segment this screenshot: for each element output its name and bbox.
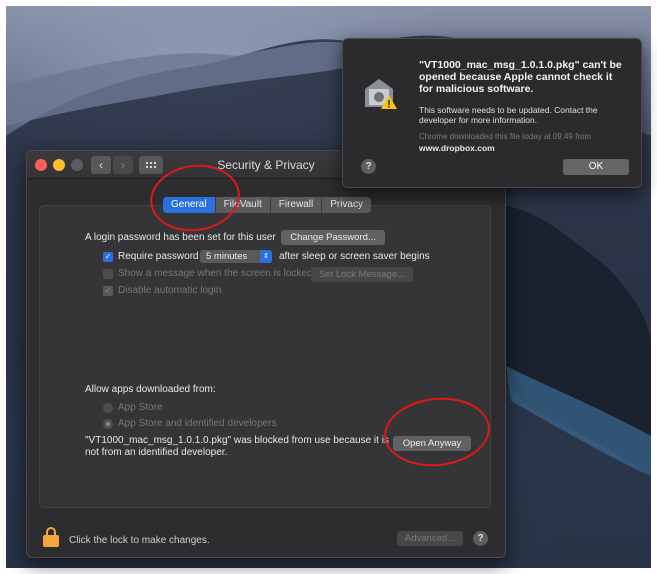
dialog-body: This software needs to be updated. Conta…	[419, 105, 598, 125]
require-password-delay-select[interactable]: 5 minutes ⇕	[200, 250, 272, 263]
set-lock-message-button[interactable]: Set Lock Message...	[311, 267, 413, 282]
allow-apps-heading: Allow apps downloaded from:	[85, 384, 216, 395]
dialog-source-url: www.dropbox.com	[419, 143, 495, 153]
require-password-label: Require password	[118, 251, 199, 262]
login-password-text: A login password has been set for this u…	[85, 232, 276, 243]
require-password-delay-value: 5 minutes	[206, 251, 248, 262]
dialog-source-note: Chrome downloaded this file today at 09:…	[419, 132, 592, 141]
disable-auto-login-label: Disable automatic login	[118, 285, 222, 296]
show-message-checkbox[interactable]	[103, 269, 113, 279]
blocked-message-line-1: "VT1000_mac_msg_1.0.1.0.pkg" was blocked…	[85, 435, 389, 446]
show-message-label: Show a message when the screen is locked	[118, 268, 313, 279]
tab-privacy[interactable]: Privacy	[322, 197, 371, 213]
blocked-message-line-2: not from an identified developer.	[85, 447, 228, 458]
dialog-title: "VT1000_mac_msg_1.0.1.0.pkg" can't be op…	[419, 59, 622, 95]
lock-body	[43, 535, 59, 547]
dialog-help-button[interactable]: ?	[361, 159, 376, 174]
security-privacy-window: ‹ › Security & Privacy A login password …	[26, 150, 506, 558]
gatekeeper-dialog: "VT1000_mac_msg_1.0.1.0.pkg" can't be op…	[342, 38, 642, 188]
select-arrows-icon: ⇕	[260, 250, 272, 263]
tab-firewall[interactable]: Firewall	[271, 197, 323, 213]
app-store-identified-label: App Store and identified developers	[118, 418, 277, 429]
lock-icon[interactable]	[43, 527, 59, 547]
after-sleep-text: after sleep or screen saver begins	[279, 251, 430, 262]
advanced-button[interactable]: Advanced...	[397, 531, 463, 546]
gatekeeper-warning-icon	[365, 79, 397, 109]
disable-auto-login-checkbox[interactable]: ✓	[103, 286, 113, 296]
dialog-ok-button[interactable]: OK	[563, 159, 629, 175]
app-store-identified-radio[interactable]	[103, 419, 113, 429]
app-store-label: App Store	[118, 402, 163, 413]
change-password-button[interactable]: Change Password...	[281, 230, 385, 245]
require-password-checkbox[interactable]: ✓	[103, 252, 113, 262]
help-button[interactable]: ?	[473, 531, 488, 546]
app-store-radio[interactable]	[103, 403, 113, 413]
lock-text: Click the lock to make changes.	[69, 535, 210, 546]
